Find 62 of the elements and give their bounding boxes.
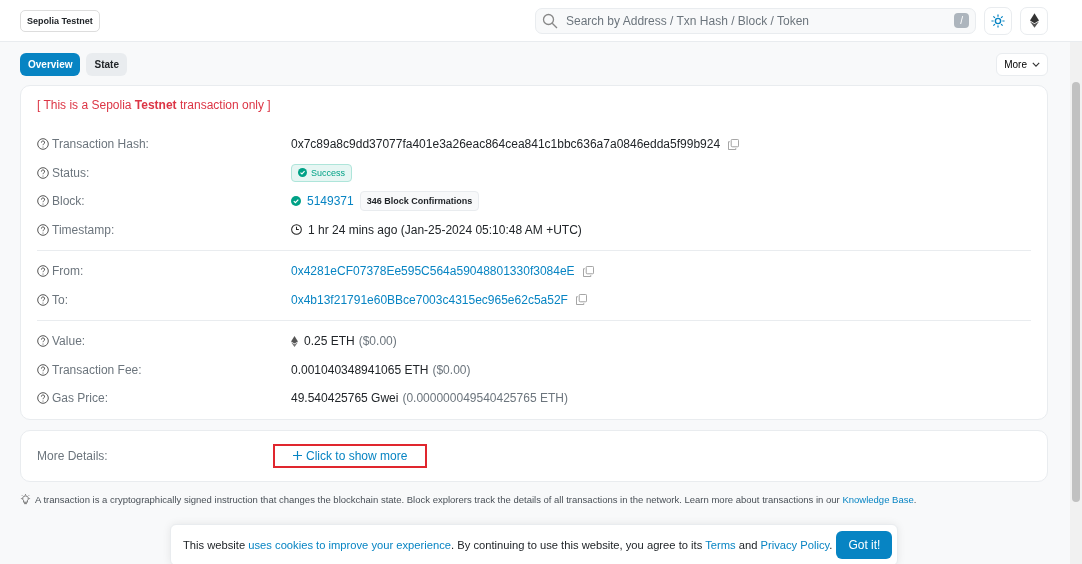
testnet-notice: [ This is a Sepolia Testnet transaction only ]	[37, 98, 272, 112]
transaction-hash: 0x7c89a8c9dd37077fa401e3a26eac864cea841c1bbc636a7a0846edda5f99b924	[291, 137, 721, 152]
field-label: Transaction Fee:	[52, 362, 142, 377]
field-label: Block:	[52, 194, 85, 209]
ethereum-icon	[291, 335, 298, 347]
confirmations-badge: 346 Block Confirmations	[359, 191, 480, 212]
amount-value: 49.540425765 Gwei	[291, 391, 399, 406]
network-button[interactable]	[1020, 6, 1048, 35]
footnote-text: A transaction is a cryptographically signed instruction that changes the blockchain state. Block explorers track the details of all transactions in the network. Learn more about transactions in our Knowledge Base.	[35, 493, 917, 505]
help-icon	[37, 363, 49, 376]
check-circle-icon	[298, 168, 307, 178]
field-label: More Details:	[37, 448, 109, 463]
tab[interactable]: State	[86, 53, 127, 76]
show-more-link[interactable]: Click to show more	[273, 443, 428, 468]
help-icon	[37, 223, 49, 236]
address-link[interactable]: 0x4b13f21791e60BBce7003c4315ec965e62c5a52F	[291, 292, 568, 307]
clock-icon	[291, 224, 302, 236]
status-text: Success	[311, 167, 345, 178]
address-link[interactable]: 0x4281eCF07378Ee595C564a59048801330f3084eE	[291, 264, 575, 279]
field-label: From:	[52, 264, 84, 279]
accept-button[interactable]: Got it!	[836, 531, 893, 559]
lightbulb-icon	[20, 493, 31, 505]
help-icon	[37, 335, 49, 348]
shortcut-key: /	[954, 13, 969, 28]
terms-link[interactable]: Terms	[705, 539, 736, 551]
block-link[interactable]: 5149371	[307, 194, 354, 209]
field-label: Value:	[52, 334, 86, 349]
help-icon	[37, 138, 49, 151]
timestamp-value: 1 hr 24 mins ago (Jan-25-2024 05:10:48 AM +UTC)	[308, 222, 582, 237]
field-label: Timestamp:	[52, 222, 115, 237]
field-label: Gas Price:	[52, 391, 108, 406]
cookie-policy-link[interactable]: uses cookies to improve your experience	[248, 539, 452, 551]
field-label: Status:	[52, 165, 90, 180]
copy-icon[interactable]	[728, 138, 740, 150]
more-dropdown[interactable]: More	[996, 53, 1048, 76]
theme-button[interactable]	[984, 6, 1012, 35]
check-circle-icon	[291, 196, 301, 207]
ethereum-icon	[1029, 13, 1039, 28]
amount-note: ($0.00)	[432, 362, 471, 377]
plus-icon	[293, 451, 302, 460]
field-label: Transaction Hash:	[52, 137, 149, 152]
network-badge: Sepolia Testnet	[20, 9, 100, 32]
field-label: To:	[52, 292, 68, 307]
amount-value: 0.25 ETH	[304, 334, 355, 349]
help-icon	[37, 195, 49, 208]
amount-value: 0.001040348941065 ETH	[291, 362, 429, 377]
copy-icon[interactable]	[582, 265, 594, 277]
tab[interactable]: Overview	[20, 53, 81, 76]
knowledge-base-link[interactable]: Knowledge Base	[842, 493, 914, 505]
help-icon	[37, 166, 49, 179]
help-icon	[37, 392, 49, 405]
help-icon	[37, 293, 49, 306]
search-input[interactable]: Search by Address / Txn Hash / Block / Token	[564, 12, 949, 29]
chevron-icon	[1032, 62, 1040, 67]
copy-icon[interactable]	[575, 294, 587, 306]
amount-note: (0.000000049540425765 ETH)	[402, 391, 568, 406]
amount-note: ($0.00)	[358, 334, 397, 349]
help-icon	[37, 265, 49, 278]
search-icon	[542, 12, 558, 29]
sun-icon	[991, 13, 1005, 28]
cookie-message: This website uses cookies to improve your experience. By continuing to use this website, you agree to its Terms and Privacy Policy.	[183, 539, 833, 551]
scrollbar[interactable]	[1070, 42, 1082, 564]
